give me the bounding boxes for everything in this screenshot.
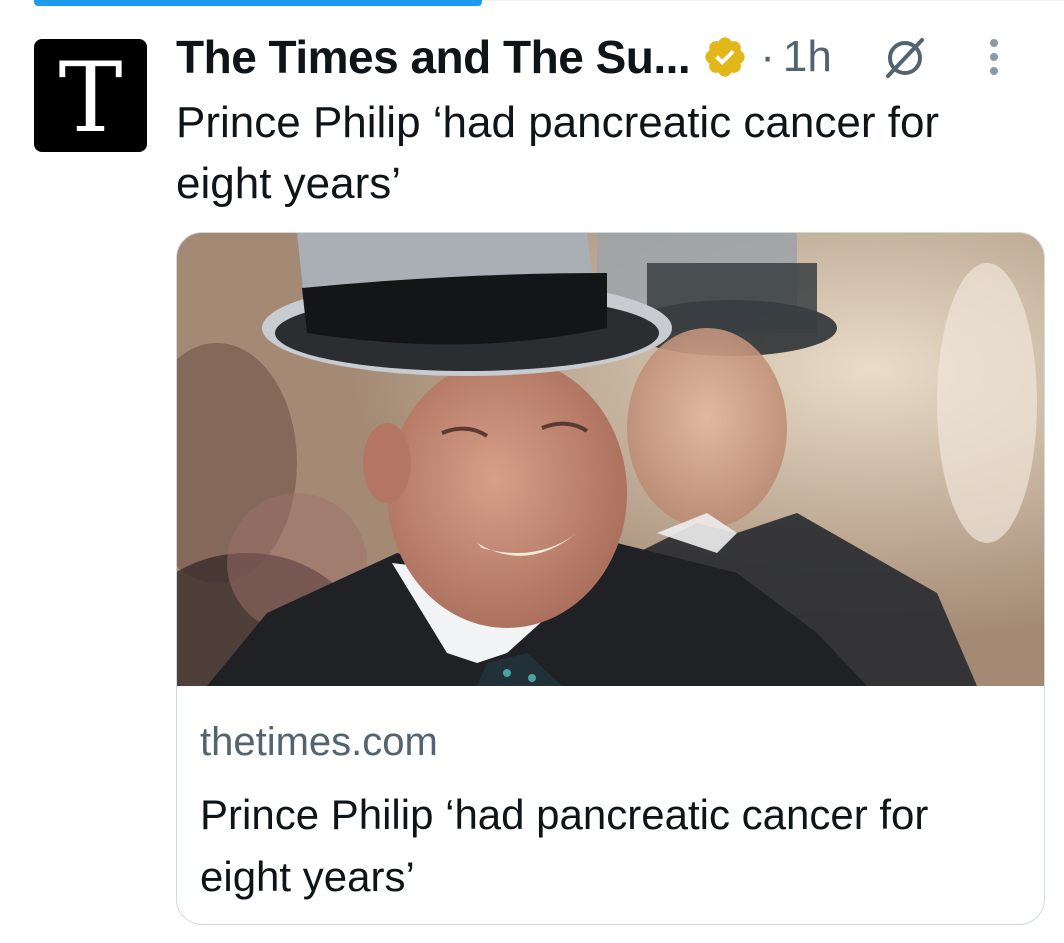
card-image (177, 233, 1044, 686)
tweet-header: The Times and The Su... · 1h (176, 26, 1044, 88)
author-name[interactable]: The Times and The Su... (176, 30, 691, 84)
tweet-text: Prince Philip ‘had pancreatic cancer for… (176, 98, 940, 208)
verified-badge-icon[interactable] (702, 34, 748, 80)
top-progress-bar (34, 0, 482, 6)
card-title[interactable]: Prince Philip ‘had pancreatic cancer for… (200, 784, 1020, 908)
top-divider (482, 0, 1064, 1)
timestamp[interactable]: 1h (783, 32, 832, 82)
more-options-icon[interactable] (984, 35, 1004, 79)
avatar-letter: T (58, 41, 123, 152)
grok-icon[interactable] (878, 30, 932, 84)
card-domain[interactable]: thetimes.com (200, 720, 438, 765)
header-separator: · (760, 32, 775, 81)
avatar[interactable]: T (34, 39, 147, 152)
link-card[interactable]: thetimes.com Prince Philip ‘had pancreat… (176, 232, 1045, 925)
